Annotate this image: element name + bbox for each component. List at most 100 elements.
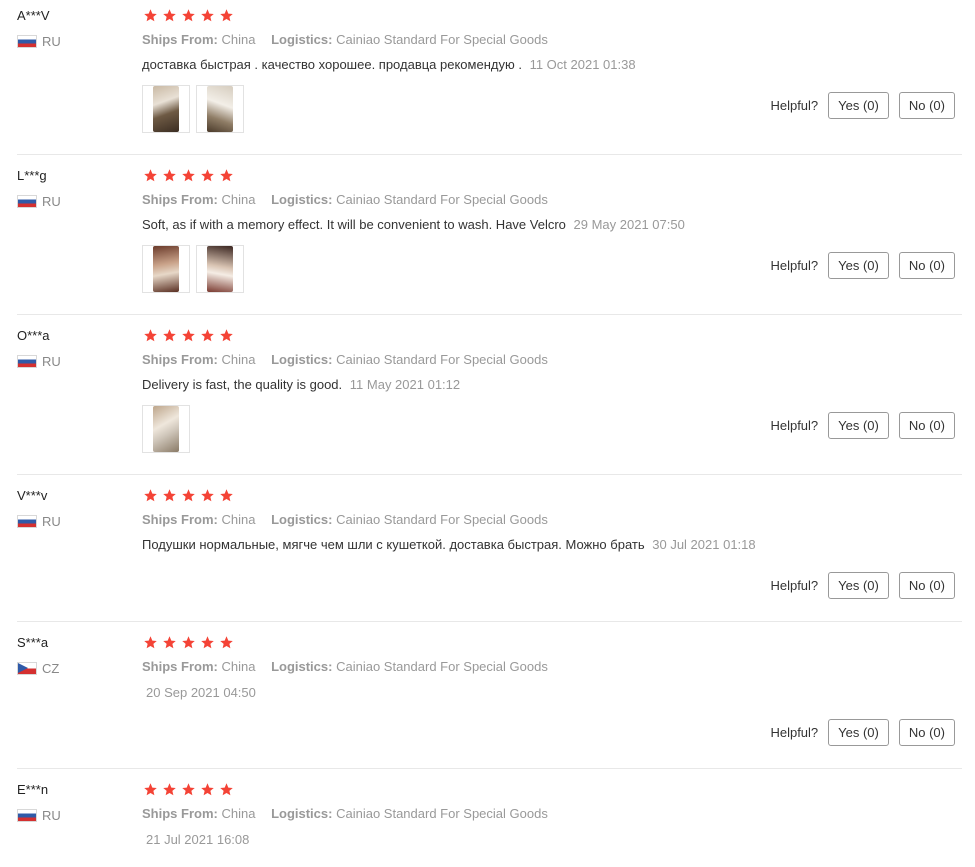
review-photo-thumbnail[interactable]: [142, 405, 190, 453]
review-date: 21 Jul 2021 16:08: [146, 832, 250, 847]
product-photo: [207, 246, 233, 292]
star-rating: [143, 488, 238, 503]
star-icon: [219, 635, 234, 650]
reviewer-name: S***a: [17, 635, 49, 650]
helpful-vote: Helpful? Yes (0) No (0): [770, 92, 955, 119]
star-icon: [181, 328, 196, 343]
yes-vote-button[interactable]: Yes (0): [828, 719, 889, 746]
product-photo: [153, 406, 179, 452]
ships-from-label: Ships From:: [142, 806, 218, 821]
ru-flag-icon: [17, 195, 37, 208]
logistics-label: Logistics:: [271, 659, 333, 674]
no-vote-button[interactable]: No (0): [898, 572, 955, 599]
helpful-vote: Helpful? Yes (0) No (0): [770, 412, 955, 439]
helpful-label: Helpful?: [770, 98, 819, 113]
no-vote-button[interactable]: No (0): [898, 92, 955, 119]
review-text-row: Подушки нормальные, мягче чем шли с куше…: [142, 537, 756, 552]
star-icon: [162, 8, 177, 23]
review-photo-thumbnail[interactable]: [142, 85, 190, 133]
star-rating: [143, 782, 238, 797]
star-icon: [200, 782, 215, 797]
star-icon: [219, 782, 234, 797]
review-photo-thumbnail[interactable]: [142, 245, 190, 293]
star-icon: [143, 488, 158, 503]
review-text-row: Soft, as if with a memory effect. It wil…: [142, 217, 685, 232]
ru-flag-icon: [17, 355, 37, 368]
helpful-vote: Helpful? Yes (0) No (0): [770, 719, 955, 746]
product-photo: [207, 86, 233, 132]
review-item: O***a RU Ships From: China Logistics: Ca…: [17, 320, 962, 475]
order-info: Ships From: China Logistics: Cainiao Sta…: [142, 32, 548, 47]
review-photos: [142, 405, 196, 453]
star-icon: [162, 168, 177, 183]
logistics-label: Logistics:: [271, 192, 333, 207]
yes-vote-button[interactable]: Yes (0): [828, 412, 889, 439]
star-icon: [181, 782, 196, 797]
star-icon: [162, 328, 177, 343]
helpful-label: Helpful?: [770, 725, 819, 740]
logistics-value: Cainiao Standard For Special Goods: [336, 32, 548, 47]
reviewer-country: RU: [17, 194, 61, 209]
star-icon: [200, 8, 215, 23]
ships-from-value: China: [221, 32, 256, 47]
logistics-value: Cainiao Standard For Special Goods: [336, 192, 548, 207]
review-photos: [142, 85, 250, 133]
logistics-label: Logistics:: [271, 352, 333, 367]
review-date: 30 Jul 2021 01:18: [652, 537, 756, 552]
yes-vote-button[interactable]: Yes (0): [828, 572, 889, 599]
order-info: Ships From: China Logistics: Cainiao Sta…: [142, 352, 548, 367]
star-icon: [162, 635, 177, 650]
helpful-label: Helpful?: [770, 258, 819, 273]
review-item: E***n RU Ships From: China Logistics: Ca…: [17, 774, 962, 867]
star-rating: [143, 168, 238, 183]
yes-vote-button[interactable]: Yes (0): [828, 92, 889, 119]
ru-flag-icon: [17, 35, 37, 48]
country-code: RU: [42, 514, 61, 529]
reviewer-country: RU: [17, 34, 61, 49]
star-icon: [200, 328, 215, 343]
ships-from-value: China: [221, 659, 256, 674]
star-icon: [200, 635, 215, 650]
product-photo: [153, 246, 179, 292]
helpful-vote: Helpful? Yes (0) No (0): [770, 252, 955, 279]
reviewer-name: L***g: [17, 168, 47, 183]
star-icon: [162, 488, 177, 503]
star-rating: [143, 328, 238, 343]
reviewer-name: V***v: [17, 488, 48, 503]
reviewer-name: A***V: [17, 8, 50, 23]
review-item: V***v RU Ships From: China Logistics: Ca…: [17, 480, 962, 622]
yes-vote-button[interactable]: Yes (0): [828, 252, 889, 279]
star-icon: [219, 8, 234, 23]
star-icon: [181, 8, 196, 23]
ships-from-label: Ships From:: [142, 352, 218, 367]
review-item: L***g RU Ships From: China Logistics: Ca…: [17, 160, 962, 315]
reviewer-country: RU: [17, 354, 61, 369]
country-code: CZ: [42, 661, 60, 676]
review-photo-thumbnail[interactable]: [196, 245, 244, 293]
star-icon: [200, 488, 215, 503]
star-icon: [143, 328, 158, 343]
ru-flag-icon: [17, 809, 37, 822]
review-date: 20 Sep 2021 04:50: [146, 685, 256, 700]
ships-from-value: China: [221, 192, 256, 207]
reviewer-name: O***a: [17, 328, 50, 343]
no-vote-button[interactable]: No (0): [898, 252, 955, 279]
review-photo-thumbnail[interactable]: [196, 85, 244, 133]
review-date: 11 Oct 2021 01:38: [529, 57, 636, 72]
review-text: Soft, as if with a memory effect. It wil…: [142, 217, 566, 232]
star-icon: [143, 782, 158, 797]
reviewer-country: RU: [17, 808, 61, 823]
order-info: Ships From: China Logistics: Cainiao Sta…: [142, 192, 548, 207]
star-rating: [143, 635, 238, 650]
ships-from-label: Ships From:: [142, 659, 218, 674]
reviewer-country: RU: [17, 514, 61, 529]
review-text: доставка быстрая . качество хорошее. про…: [142, 57, 522, 72]
logistics-value: Cainiao Standard For Special Goods: [336, 352, 548, 367]
review-text-row: доставка быстрая . качество хорошее. про…: [142, 57, 636, 72]
review-date: 29 May 2021 07:50: [573, 217, 685, 232]
logistics-label: Logistics:: [271, 32, 333, 47]
no-vote-button[interactable]: No (0): [898, 412, 955, 439]
no-vote-button[interactable]: No (0): [898, 719, 955, 746]
star-icon: [219, 168, 234, 183]
country-code: RU: [42, 354, 61, 369]
